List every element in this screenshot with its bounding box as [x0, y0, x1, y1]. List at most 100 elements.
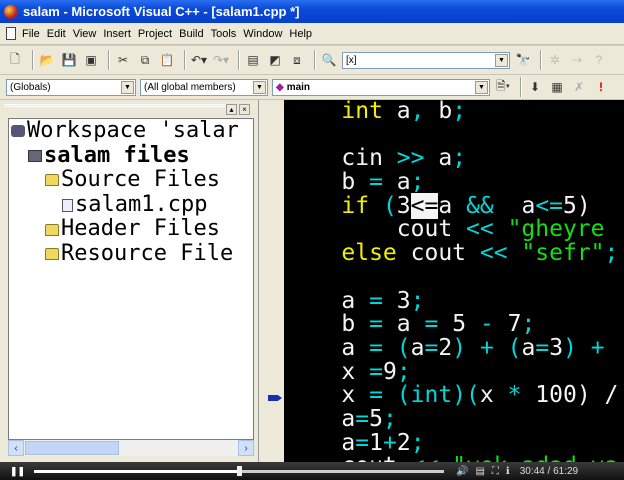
redo-icon[interactable]: ↷▾: [212, 51, 230, 69]
menu-build[interactable]: Build: [179, 28, 203, 40]
menu-file[interactable]: File: [22, 28, 40, 40]
workspace-toggle-icon[interactable]: ▤: [244, 51, 262, 69]
tree-item[interactable]: salam1.cpp: [9, 191, 253, 218]
fullscreen-icon[interactable]: ⛶: [492, 466, 499, 477]
document-icon: [6, 27, 16, 40]
members-combo[interactable]: (All global members) ▼: [140, 78, 268, 96]
tree-item[interactable]: Resource File: [9, 240, 253, 267]
function-value: main: [286, 81, 311, 93]
cpp-file-icon: [62, 198, 73, 212]
code-token: b: [286, 311, 370, 338]
panel-grip[interactable]: [4, 104, 228, 118]
code-token: =: [369, 311, 383, 338]
cut-icon[interactable]: ✂: [114, 51, 132, 69]
code-token: ): [452, 334, 467, 361]
tree-item-label: Resource File: [61, 240, 234, 266]
close-icon[interactable]: ×: [239, 104, 250, 115]
undo-icon[interactable]: ↶▾: [190, 51, 208, 69]
open-icon[interactable]: 📂: [38, 51, 56, 69]
seek-bar[interactable]: [34, 465, 444, 476]
current-line-arrow-icon: [268, 395, 282, 401]
code-line: cin >> a;: [286, 147, 624, 171]
code-line: b = a;: [286, 169, 624, 196]
code-token: =: [355, 405, 370, 432]
captions-icon[interactable]: ▤: [475, 466, 484, 477]
wizard-action-icon[interactable]: 🗎▾: [494, 78, 512, 96]
new-file-icon[interactable]: 🗋: [6, 51, 24, 69]
title-bar: salam - Microsoft Visual C++ - [salam1.c…: [0, 0, 624, 23]
code-token: -: [479, 311, 494, 338]
copy-icon[interactable]: ⧉: [136, 51, 154, 69]
tree-item-label: salam1.cpp: [75, 191, 208, 217]
code-token: ,: [410, 100, 425, 124]
tree-item[interactable]: Source Files: [9, 168, 253, 193]
chevron-down-icon[interactable]: ▼: [253, 80, 266, 94]
compile-icon[interactable]: ⬇: [526, 78, 544, 96]
selected-text: <=: [410, 192, 439, 219]
window-list-icon[interactable]: ⧈: [288, 51, 306, 69]
menu-edit[interactable]: Edit: [47, 28, 66, 40]
chevron-down-icon[interactable]: ▼: [495, 53, 508, 67]
tree-item[interactable]: Header Files: [9, 217, 253, 242]
code-token: a: [286, 429, 356, 456]
paste-icon[interactable]: 📋: [158, 51, 176, 69]
disabled-tool-icon: ⇢: [571, 53, 583, 67]
code-token: 3: [396, 192, 411, 219]
output-toggle-icon[interactable]: ◩: [266, 51, 284, 69]
execute-icon[interactable]: !: [592, 78, 610, 96]
stop-build-icon[interactable]: ✗: [570, 78, 588, 96]
seek-handle[interactable]: [237, 465, 242, 476]
code-token: "yek adad va: [438, 453, 618, 462]
code-line: cout << "gheyre: [286, 218, 624, 242]
separator: [108, 50, 110, 70]
file-tree: Workspace 'salar salam files Source Files s…: [8, 118, 254, 440]
code-token: cout: [286, 453, 411, 462]
folder-icon: [45, 174, 59, 187]
code-token: *: [507, 382, 522, 409]
menu-help[interactable]: Help: [289, 28, 312, 40]
menu-tools[interactable]: Tools: [211, 28, 237, 40]
volume-icon[interactable]: 🔊: [456, 466, 468, 477]
chevron-down-icon[interactable]: ▼: [121, 80, 134, 94]
menu-view[interactable]: View: [73, 28, 97, 40]
code-token: &&: [466, 192, 494, 219]
code-token: x: [286, 358, 370, 385]
save-all-icon[interactable]: ▣: [82, 51, 100, 69]
save-icon[interactable]: 💾: [60, 51, 78, 69]
menu-project[interactable]: Project: [138, 28, 172, 40]
maximize-icon[interactable]: ▴: [226, 104, 237, 115]
horizontal-scrollbar[interactable]: ‹ ›: [8, 440, 254, 456]
code-token: x: [286, 382, 370, 409]
find-in-files-icon[interactable]: 🔍: [320, 51, 338, 69]
code-line: cout << "yek adad va: [286, 453, 624, 462]
tree-item[interactable]: salam files: [9, 143, 253, 169]
folder-icon: [45, 248, 59, 261]
chevron-down-icon[interactable]: ▼: [475, 80, 488, 94]
find-combo[interactable]: [x] ▼: [342, 51, 510, 69]
scroll-thumb[interactable]: [25, 441, 119, 455]
scroll-right-icon[interactable]: ›: [238, 440, 254, 456]
build-icon[interactable]: ▦: [548, 78, 566, 96]
code-token: a: [493, 192, 536, 219]
scope-combo[interactable]: (Globals) ▼: [6, 78, 136, 96]
pause-icon[interactable]: ❚❚: [10, 466, 25, 477]
code-token: =: [424, 311, 439, 338]
tree-item[interactable]: Workspace 'salar: [9, 119, 253, 144]
menu-window[interactable]: Window: [243, 28, 282, 40]
scroll-left-icon[interactable]: ‹: [8, 440, 24, 456]
function-combo[interactable]: ◆ main ▼: [272, 78, 490, 96]
code-editor[interactable]: int a, b; cin >> a; b = a; if (3<=a && a…: [284, 100, 624, 462]
code-token: ;: [396, 358, 411, 385]
find-icon[interactable]: 🔭: [514, 51, 532, 69]
menu-insert[interactable]: Insert: [103, 28, 131, 40]
separator: [540, 50, 542, 70]
code-token: ;: [410, 169, 425, 196]
info-icon[interactable]: ℹ: [506, 466, 510, 477]
code-token: (int)(: [382, 382, 480, 409]
code-line: int a, b;: [286, 100, 624, 124]
code-token: 9: [382, 358, 397, 385]
code-token: else: [341, 240, 397, 267]
